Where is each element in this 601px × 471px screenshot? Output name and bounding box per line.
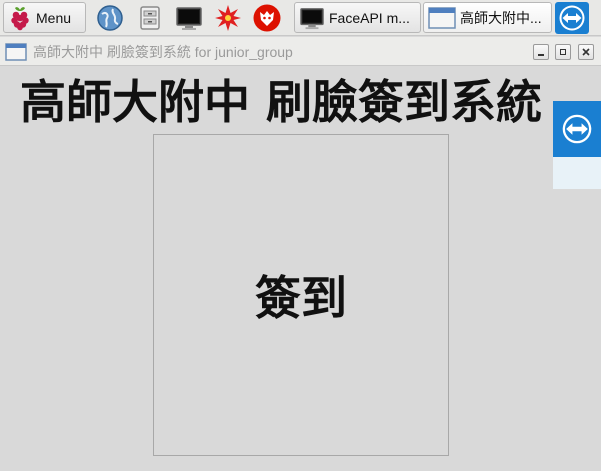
file-manager-icon	[137, 4, 163, 32]
raspberry-pi-icon	[8, 5, 32, 31]
terminal-icon	[175, 5, 203, 31]
teamviewer-icon	[558, 4, 586, 32]
web-browser-launcher[interactable]	[95, 3, 125, 33]
window-titlebar[interactable]: 高師大附中 刷臉簽到系統 for junior_group	[0, 37, 601, 66]
terminal-launcher[interactable]	[174, 3, 204, 33]
teamviewer-tray[interactable]	[555, 2, 589, 34]
window-icon	[428, 6, 456, 30]
burst-app-icon	[214, 4, 242, 32]
task-checkin-window[interactable]: 高師大附中...	[423, 2, 552, 33]
web-browser-icon	[96, 4, 124, 32]
teamviewer-icon	[561, 113, 593, 145]
main-content: 高師大附中 刷臉簽到系統 簽到	[0, 66, 601, 471]
wolfram-icon	[252, 3, 282, 33]
checkin-button[interactable]: 簽到	[153, 134, 449, 456]
burst-app-launcher[interactable]	[213, 3, 243, 33]
taskbar: Menu FaceAPI m... 高師大附中...	[0, 0, 601, 36]
minimize-button[interactable]	[533, 44, 549, 60]
teamviewer-panel[interactable]	[553, 101, 601, 189]
minimize-icon	[538, 53, 544, 56]
file-manager-launcher[interactable]	[135, 3, 165, 33]
task-faceapi-label: FaceAPI m...	[329, 9, 410, 26]
close-icon	[582, 48, 590, 56]
task-checkin-label: 高師大附中...	[460, 9, 542, 26]
terminal-icon	[299, 6, 325, 30]
maximize-button[interactable]	[555, 44, 571, 60]
window-icon	[5, 43, 27, 61]
teamviewer-panel-header[interactable]	[553, 101, 601, 157]
menu-button[interactable]: Menu	[3, 2, 86, 33]
checkin-label: 簽到	[255, 271, 347, 325]
window-title: 高師大附中 刷臉簽到系統 for junior_group	[33, 44, 293, 60]
task-faceapi[interactable]: FaceAPI m...	[294, 2, 421, 33]
maximize-icon	[560, 49, 566, 55]
close-button[interactable]	[578, 44, 594, 60]
page-title: 高師大附中 刷臉簽到系統	[20, 75, 543, 129]
menu-label: Menu	[36, 9, 72, 26]
wolfram-launcher[interactable]	[252, 3, 282, 33]
